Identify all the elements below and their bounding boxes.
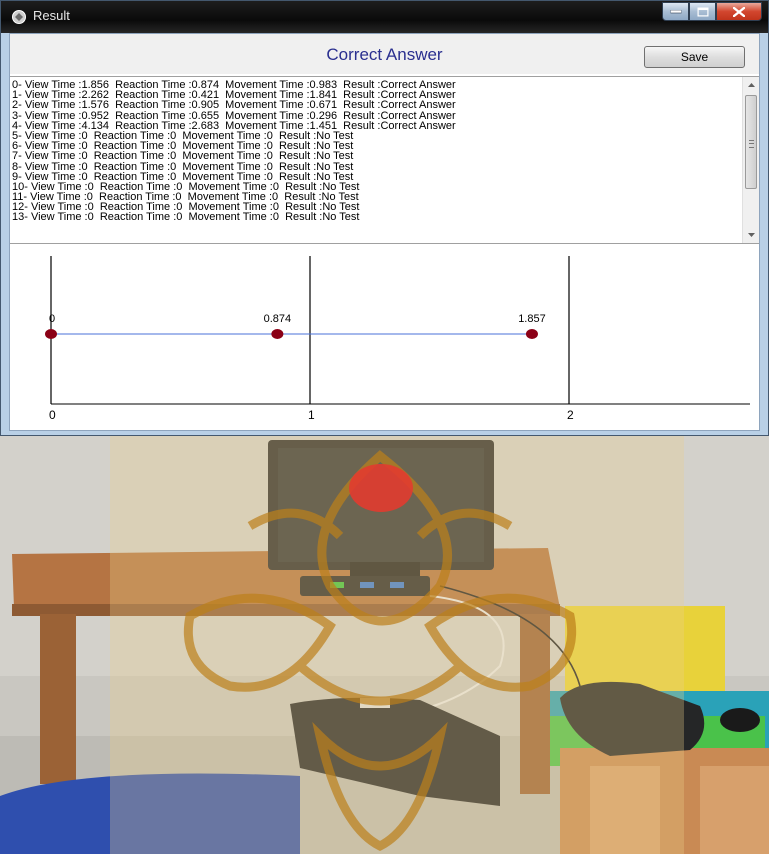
result-row[interactable]: 7- View Time :0 Reaction Time :0 Movemen… [12,151,456,162]
chart-canvas: 0 1 2 0 0.874 1.857 [45,256,750,422]
experiment-photo [0,436,769,854]
result-row[interactable]: 13- View Time :0 Reaction Time :0 Moveme… [12,212,456,223]
results-listbox[interactable]: 0- View Time :1.856 Reaction Time :0.874… [10,76,759,244]
chevron-up-icon [747,83,755,87]
data-label: 0 [49,313,55,325]
minimize-button[interactable] [662,2,689,21]
app-icon [11,9,27,25]
scroll-down-button[interactable] [743,227,759,243]
maximize-button[interactable] [689,2,716,21]
window-client-area: Correct Answer Save 0- View Time :1.856 … [9,33,760,431]
result-window: Result Correct Answer Save 0- View Time … [0,0,769,436]
scroll-thumb[interactable] [745,95,757,189]
data-label: 1.857 [518,313,546,325]
setup-photo-illustration [0,436,769,854]
data-point [525,329,538,339]
data-label: 0.874 [264,313,292,325]
data-point [45,329,57,339]
x-tick-label: 1 [308,408,315,422]
minimize-icon [670,9,681,13]
scroll-up-button[interactable] [743,77,759,93]
close-button[interactable] [716,2,762,21]
maximize-icon [697,7,708,16]
caption-buttons [662,2,762,21]
x-tick-label: 2 [567,408,574,422]
x-tick-label: 0 [49,408,56,422]
vertical-scrollbar[interactable] [742,77,759,243]
title-bar[interactable]: Result [1,1,768,33]
close-icon [733,6,745,17]
reaction-chart: 0 1 2 0 0.874 1.857 [10,246,759,430]
scroll-grip-icon [749,140,754,148]
chevron-down-icon [747,233,755,237]
data-point [271,329,284,339]
result-header: Correct Answer Save [10,34,759,74]
window-title: Result [33,8,70,23]
results-list: 0- View Time :1.856 Reaction Time :0.874… [12,79,456,223]
save-button[interactable]: Save [644,46,745,68]
